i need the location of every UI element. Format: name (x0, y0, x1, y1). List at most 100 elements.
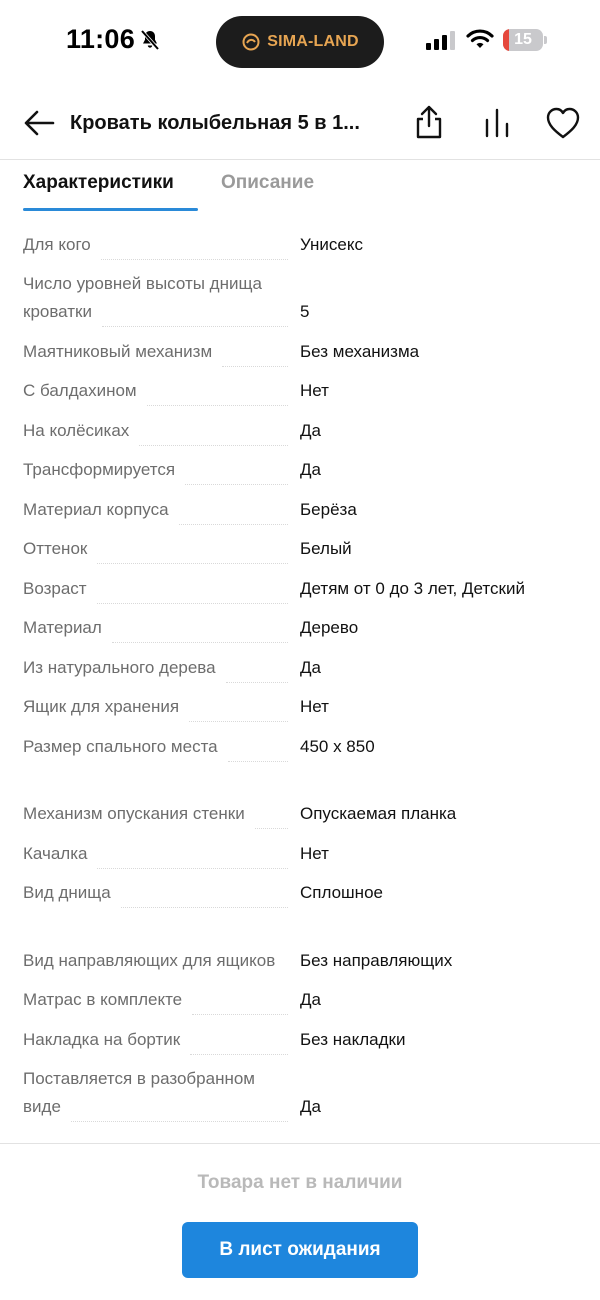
spec-leader (100, 258, 288, 260)
spec-leader (190, 1053, 288, 1055)
spec-label: Возраст (23, 578, 87, 598)
spec-row: Вид днища Сплошное (0, 877, 600, 917)
page-title: Кровать колыбельная 5 в 1... (70, 112, 360, 134)
spec-row: Маятниковый механизм Без механизма (0, 335, 600, 375)
spec-label: Для кого (23, 234, 91, 254)
spec-label: Поставляется в разобранном виде (23, 1069, 255, 1116)
spec-leader (222, 365, 288, 367)
spec-value: Без механизма (300, 341, 420, 361)
spec-value: Опускаемая планка (300, 804, 457, 823)
spec-value: Да (300, 657, 321, 677)
spec-row: Вид направляющих для ящиков Без направляю… (0, 916, 600, 984)
specs-list: Для кого Унисекс Число уровней высоты дни… (0, 228, 600, 1130)
spec-label: Число уровней высоты днища кроватки (23, 274, 262, 321)
spec-leader (120, 907, 288, 908)
spec-label: Маятниковый механизм (23, 341, 213, 361)
spec-value: Дерево (300, 618, 359, 637)
heart-icon[interactable] (545, 106, 581, 140)
spec-label: Матрас в комплекте (23, 990, 183, 1009)
spec-leader (102, 326, 288, 327)
active-tab-indicator (23, 208, 198, 211)
spec-leader (111, 642, 288, 643)
spec-value: Унисекс (300, 234, 364, 254)
spec-label: Ящик для хранения (23, 697, 180, 716)
battery-level: 15 (514, 31, 532, 48)
spec-leader (178, 523, 288, 525)
spec-label: Из натурального дерева (23, 657, 216, 677)
spec-row: Оттенок Белый (0, 533, 600, 573)
spec-row: Накладка на бортик Без накладки (0, 1023, 600, 1063)
spec-leader (192, 1014, 288, 1015)
spec-value: Без направляющих (300, 950, 453, 970)
status-bar: 11:06 SIMA-LAND 15 (0, 0, 600, 82)
dynamic-island: SIMA-LAND (216, 16, 384, 68)
tab-bar: Характеристики Описание (0, 162, 600, 214)
spec-row: Для кого Унисекс (0, 228, 600, 268)
spec-leader (139, 444, 288, 446)
spec-label: Вид направляющих для ящиков (23, 950, 276, 970)
spec-label: Качалка (23, 843, 88, 863)
compare-chart-icon[interactable] (480, 106, 514, 140)
spec-leader (70, 1121, 288, 1122)
footer-divider (0, 1143, 600, 1144)
spec-label: С балдахином (23, 381, 137, 400)
spec-value: 5 (300, 302, 310, 321)
spec-value: Нет (300, 381, 329, 400)
spec-label: Накладка на бортик (23, 1029, 181, 1049)
spec-value: Без накладки (300, 1029, 406, 1049)
add-to-waitlist-button[interactable]: В лист ожидания (182, 1222, 418, 1278)
spec-row: С балдахином Нет (0, 375, 600, 415)
spec-value: Детям от 0 до 3 лет, Детский (300, 578, 525, 598)
spec-row: Ящик для хранения Нет (0, 691, 600, 731)
island-label: SIMA-LAND (267, 33, 359, 50)
tab-description[interactable]: Описание (221, 172, 314, 194)
status-time: 11:06 (66, 24, 136, 54)
spec-leader (146, 405, 288, 406)
spec-label: Оттенок (23, 539, 88, 558)
spec-value: Белый (300, 539, 352, 558)
spec-leader (96, 602, 288, 604)
spec-row: Материал корпуса Берёза (0, 493, 600, 533)
spec-row: Качалка Нет (0, 837, 600, 877)
spec-leader (185, 484, 288, 485)
spec-row: Размер спального места 450 х 850 (0, 730, 600, 770)
spec-leader (227, 760, 288, 762)
spec-label: Вид днища (23, 883, 111, 902)
spec-leader (254, 828, 288, 829)
spec-value: Да (300, 420, 321, 440)
share-icon[interactable] (412, 104, 446, 140)
spec-label: Механизм опускания стенки (23, 804, 245, 823)
spec-row: Число уровней высоты днища кроватки 5 (0, 268, 600, 336)
spec-row: Поставляется в разобранном виде Да (0, 1063, 600, 1131)
spec-value: Нет (300, 843, 329, 863)
spec-leader (97, 867, 288, 869)
spec-value: Да (300, 990, 321, 1009)
spec-leader (189, 721, 288, 722)
tab-characteristics[interactable]: Характеристики (23, 172, 174, 194)
spec-row: Возраст Детям от 0 до 3 лет, Детский (0, 572, 600, 612)
signal-icon (426, 31, 455, 50)
spec-row: Матрас в комплекте Да (0, 984, 600, 1024)
back-arrow-icon[interactable] (22, 106, 56, 140)
sima-land-logo-icon (242, 33, 260, 51)
spec-label: Трансформируется (23, 460, 176, 479)
spec-value: Да (300, 460, 321, 479)
spec-value: Нет (300, 697, 329, 716)
spec-value: Да (300, 1097, 321, 1116)
spec-value: Берёза (300, 499, 357, 519)
spec-label: Размер спального места (23, 736, 218, 756)
spec-leader (97, 563, 288, 564)
spec-row: Из натурального дерева Да (0, 651, 600, 691)
spec-value: 450 х 850 (300, 736, 375, 756)
bell-slash-icon (140, 29, 160, 51)
spec-label: На колёсиках (23, 420, 130, 440)
out-of-stock-text: Товара нет в наличии (197, 1172, 403, 1193)
wifi-icon (466, 29, 494, 48)
spec-row: Материал Дерево (0, 612, 600, 652)
spec-value: Сплошное (300, 883, 383, 902)
spec-label: Материал корпуса (23, 499, 169, 519)
spec-row: Трансформируется Да (0, 454, 600, 494)
spec-row: На колёсиках Да (0, 414, 600, 454)
spec-label: Материал (23, 618, 102, 637)
product-header: Кровать колыбельная 5 в 1... (0, 92, 600, 160)
